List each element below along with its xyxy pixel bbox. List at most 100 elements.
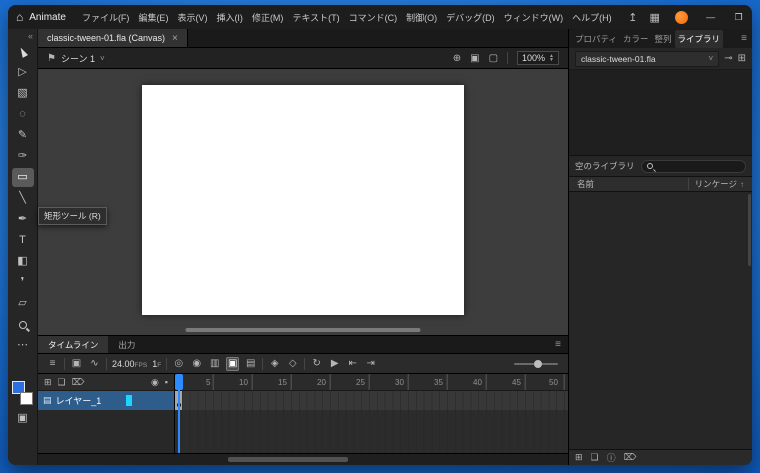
current-frame-value[interactable]: 1F <box>152 359 161 369</box>
layer-name[interactable]: レイヤー_1 <box>56 394 102 407</box>
marker-range-icon[interactable]: ▤ <box>244 358 257 370</box>
tab-color[interactable]: カラー <box>620 30 652 48</box>
classic-brush-tool[interactable]: ✑ <box>12 147 34 166</box>
frame-ruler[interactable]: 5 10 15 20 25 30 35 40 45 50 <box>175 374 568 391</box>
play-button[interactable]: ▶ <box>328 358 341 370</box>
edit-span-icon[interactable]: ▥ <box>208 358 221 370</box>
stage-camera-icon[interactable]: ▣ <box>470 53 479 64</box>
timeline-zoom-slider[interactable] <box>514 359 558 368</box>
toolbar-options-icon[interactable]: ▣ <box>12 409 34 428</box>
scene-label[interactable]: シーン 1 <box>61 52 95 65</box>
new-layer-icon[interactable]: ⊞ <box>44 377 52 388</box>
frames-area[interactable]: 5 10 15 20 25 30 35 40 45 50 <box>175 374 568 453</box>
frames-empty-area[interactable] <box>175 410 568 453</box>
pasteboard[interactable] <box>38 69 568 335</box>
workspace-icon[interactable]: ▦ <box>644 11 666 24</box>
menu-control[interactable]: 制御(O) <box>402 9 441 26</box>
library-item-list[interactable] <box>569 192 752 449</box>
loop-playback-icon[interactable]: ↻ <box>310 358 323 370</box>
eraser-tool[interactable]: ▱ <box>12 294 34 313</box>
new-folder-icon[interactable]: ❏ <box>58 377 66 388</box>
menu-commands[interactable]: コマンド(C) <box>345 9 402 26</box>
tab-close-icon[interactable]: × <box>172 33 178 44</box>
rectangle-tool[interactable]: ▭ <box>11 168 34 187</box>
home-icon[interactable]: ⌂ <box>16 10 23 24</box>
share-icon[interactable]: ↥ <box>622 11 644 24</box>
timeline-menu-icon[interactable]: ≡ <box>555 339 561 350</box>
sync-status-icon[interactable] <box>674 10 688 24</box>
paint-bucket-tool[interactable]: ◧ <box>12 252 34 271</box>
onion-outline-icon[interactable]: ◉ <box>190 358 203 370</box>
scene-chevron-icon[interactable]: ˅ <box>100 54 105 63</box>
layer-outline-color-swatch[interactable] <box>126 395 132 406</box>
tab-output[interactable]: 出力 <box>108 336 145 353</box>
tab-properties[interactable]: プロパティ <box>572 30 620 48</box>
library-search-input[interactable] <box>656 161 740 171</box>
delete-layer-icon[interactable]: ⌦ <box>72 377 85 388</box>
menu-text[interactable]: テキスト(T) <box>288 9 343 26</box>
step-back-icon[interactable]: ⇤ <box>346 358 359 370</box>
menu-edit[interactable]: 編集(E) <box>134 9 172 26</box>
layer-depth-icon[interactable]: ∿ <box>88 358 101 370</box>
playhead-handle[interactable] <box>175 374 183 390</box>
lock-all-icon[interactable]: ▪ <box>165 377 168 388</box>
zoom-tool[interactable] <box>12 315 34 334</box>
slider-knob[interactable] <box>533 359 542 368</box>
layer-frames-row[interactable] <box>175 391 568 410</box>
column-linkage[interactable]: リンケージ ↑ <box>687 178 744 190</box>
text-tool[interactable]: T <box>12 231 34 250</box>
line-tool[interactable]: ╲ <box>12 189 34 208</box>
more-tools-button[interactable]: ⋯ <box>12 336 34 355</box>
zoom-spinner-icon[interactable]: ▲ ▼ <box>549 54 554 63</box>
insert-blank-keyframe-icon[interactable]: ◇ <box>286 358 299 370</box>
menu-window[interactable]: ウィンドウ(W) <box>500 9 568 26</box>
item-properties-icon[interactable]: ⓘ <box>607 451 616 464</box>
new-symbol-icon[interactable]: ⊞ <box>575 452 583 463</box>
stage-canvas[interactable] <box>142 85 464 315</box>
menu-debug[interactable]: デバッグ(D) <box>442 9 499 26</box>
fluid-brush-tool[interactable]: ✎ <box>12 126 34 145</box>
subselection-tool[interactable]: ▷ <box>12 63 34 82</box>
stroke-color-swatch[interactable] <box>19 392 33 405</box>
layer-row[interactable]: ▤ レイヤー_1 <box>38 391 174 410</box>
new-folder-icon[interactable]: ❏ <box>591 452 599 463</box>
pin-library-icon[interactable]: ⊸ <box>724 53 732 64</box>
selection-tool[interactable] <box>12 42 34 61</box>
playhead[interactable] <box>175 374 184 453</box>
document-tab[interactable]: classic-tween-01.fla (Canvas) × <box>38 29 188 47</box>
library-search-box[interactable] <box>640 159 746 173</box>
menu-insert[interactable]: 挿入(I) <box>212 9 247 26</box>
stage-zoom-control[interactable]: 100% ▲ ▼ <box>517 51 559 65</box>
show-hide-all-icon[interactable]: ◉ <box>151 377 159 388</box>
scrollbar-thumb[interactable] <box>228 457 348 462</box>
fps-value[interactable]: 24.00FPS <box>112 359 147 369</box>
insert-keyframe-icon[interactable]: ◈ <box>268 358 281 370</box>
menu-modify[interactable]: 修正(M) <box>248 9 288 26</box>
layers-stack-icon[interactable]: ≡ <box>46 358 59 370</box>
tab-library[interactable]: ライブラリ <box>674 29 724 48</box>
minimize-button[interactable]: — <box>697 5 725 29</box>
color-swatches[interactable] <box>11 381 35 409</box>
free-transform-tool[interactable]: ▧ <box>12 84 34 103</box>
menu-file[interactable]: ファイル(F) <box>78 9 134 26</box>
clip-content-icon[interactable]: ▢ <box>489 53 498 64</box>
edit-multiple-frames-icon[interactable]: ▣ <box>226 356 240 371</box>
step-forward-icon[interactable]: ⇥ <box>364 358 377 370</box>
tab-align[interactable]: 整列 <box>652 30 675 48</box>
timeline-hscrollbar[interactable] <box>38 453 568 465</box>
pen-tool[interactable]: ✒ <box>12 210 34 229</box>
lasso-tool[interactable]: ◌ <box>12 105 34 124</box>
tab-timeline[interactable]: タイムライン <box>38 336 109 353</box>
maximize-button[interactable]: ❐ <box>725 5 752 29</box>
menu-help[interactable]: ヘルプ(H) <box>568 9 616 26</box>
library-document-select[interactable]: classic-tween-01.fla ˅ <box>575 50 720 67</box>
collapse-tools-icon[interactable]: « <box>28 31 33 41</box>
onion-skin-icon[interactable]: ◎ <box>172 358 185 370</box>
center-stage-icon[interactable]: ⊕ <box>453 53 461 64</box>
add-camera-icon[interactable]: ▣ <box>70 358 83 370</box>
menu-view[interactable]: 表示(V) <box>173 9 211 26</box>
column-name[interactable]: 名前 <box>577 178 688 190</box>
delete-item-icon[interactable]: ⌦ <box>624 452 637 463</box>
stage-hscrollbar[interactable] <box>185 328 421 332</box>
eyedropper-tool[interactable]: ❜ <box>12 273 34 292</box>
